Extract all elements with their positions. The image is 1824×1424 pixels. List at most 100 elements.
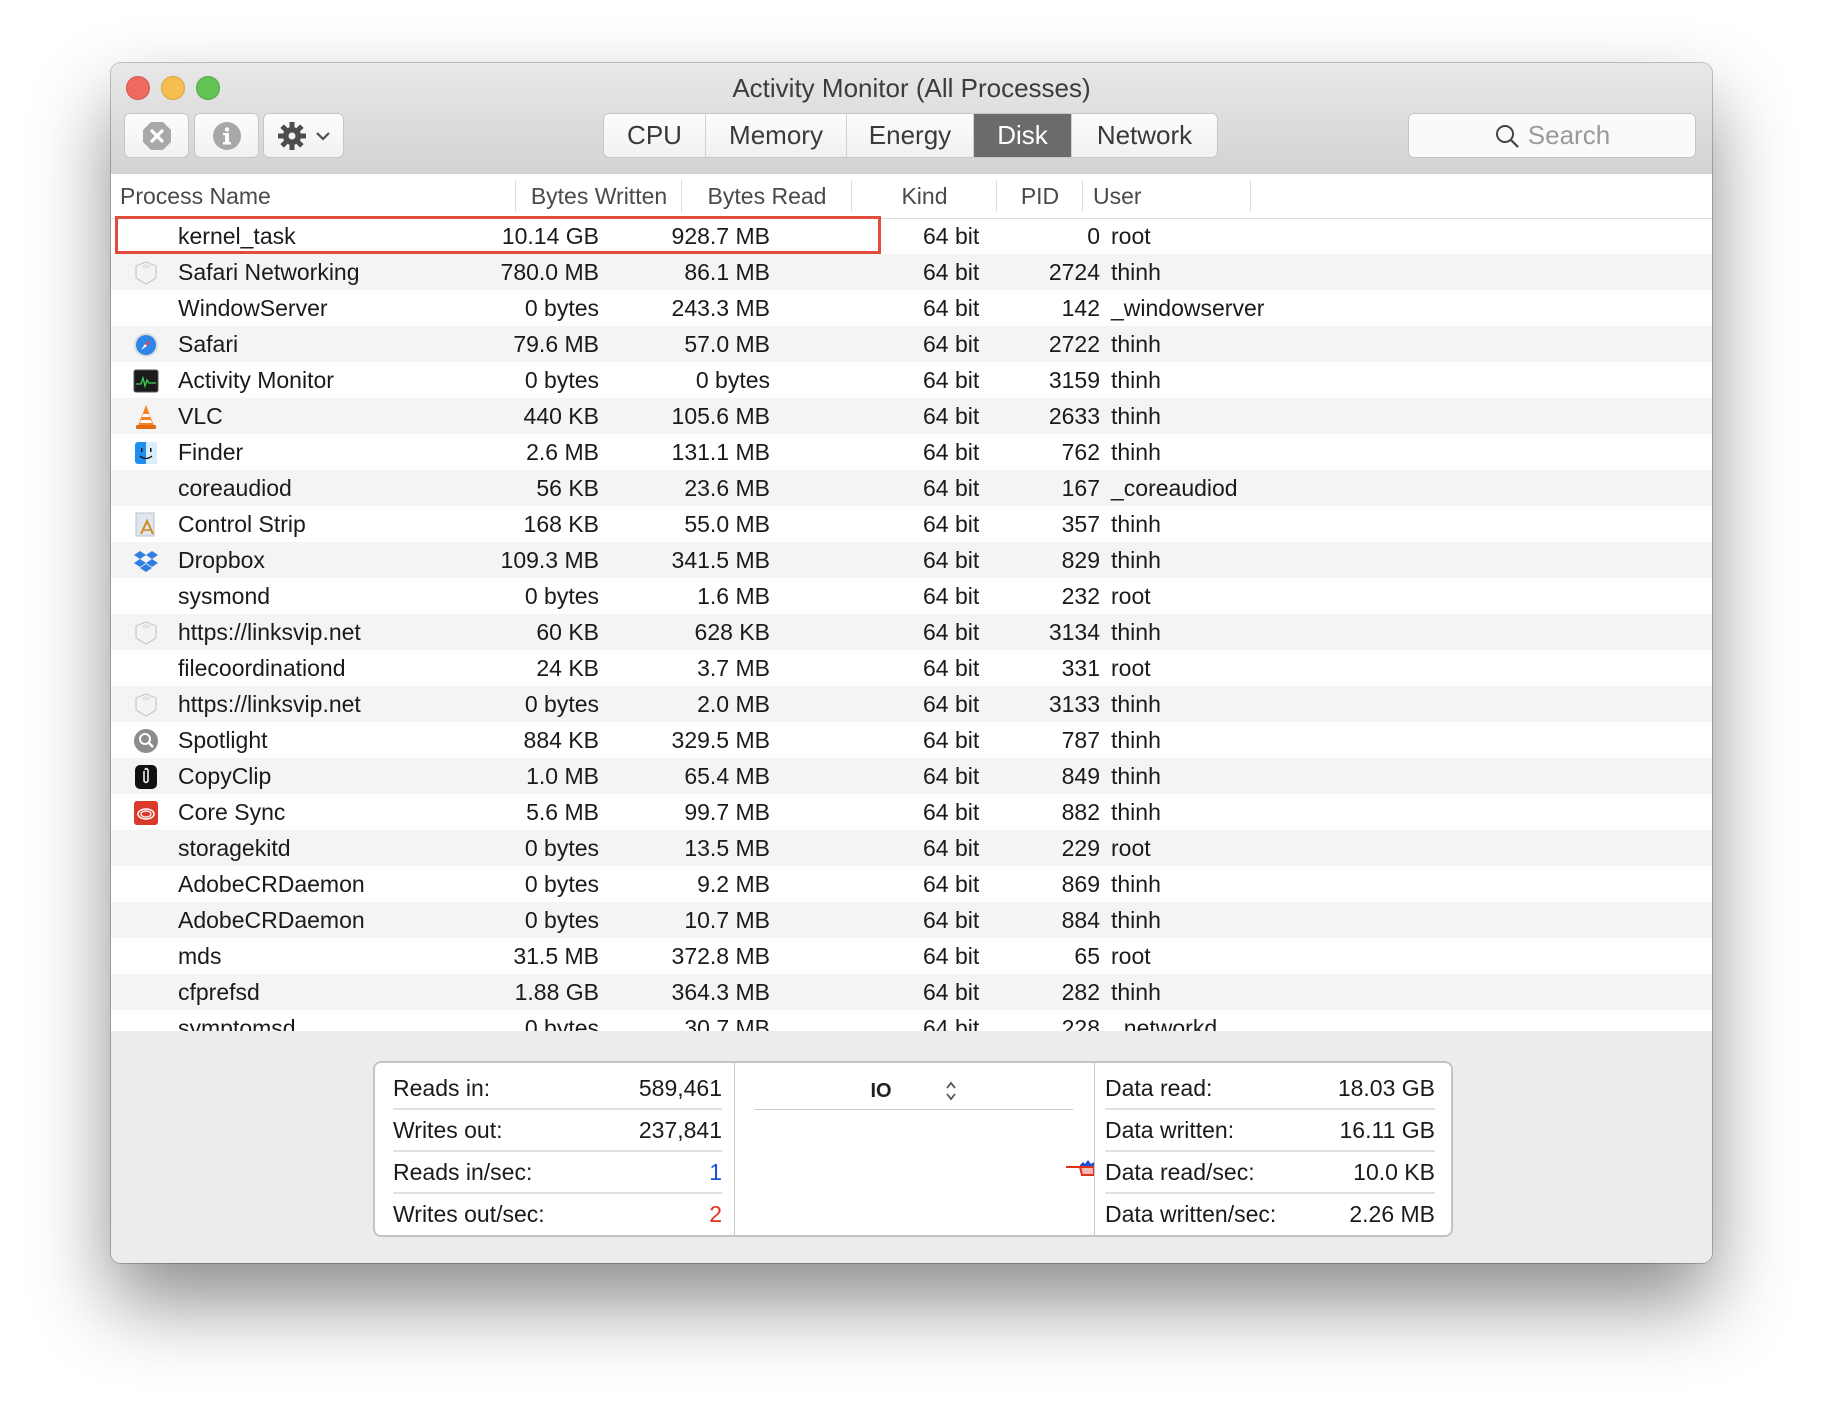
table-row[interactable]: filecoordinationd 24 KB 3.7 MB 64 bit 331 roo… <box>111 650 1712 686</box>
table-row[interactable]: AdobeCRDaemon 0 bytes 9.2 MB 64 bit 869 thinh <box>111 866 1712 902</box>
bytes-read: 65.4 MB <box>684 763 770 789</box>
table-row[interactable]: Finder 2.6 MB 131.1 MB 64 bit 762 thinh <box>111 434 1712 470</box>
table-row[interactable]: coreaudiod 56 KB 23.6 MB 64 bit 167 _coreaudi… <box>111 470 1712 506</box>
data-totals: Data read: 18.03 GB Data written: 16.11 … <box>1095 1063 1451 1235</box>
process-name: Control Strip <box>178 511 306 537</box>
bytes-read: 105.6 MB <box>671 403 770 429</box>
stat-value: 18.03 GB <box>1337 1075 1435 1101</box>
graph-type-select[interactable]: IO <box>755 1073 1073 1110</box>
column-bytes-written[interactable]: Bytes Written <box>516 174 682 218</box>
table-row[interactable]: symptomsd 0 bytes 30.7 MB 64 bit 228 _network… <box>111 1010 1712 1033</box>
kind: 64 bit <box>923 1015 980 1033</box>
user: thinh <box>1111 799 1161 825</box>
pid: 331 <box>1061 655 1100 681</box>
stat-label: Reads in: <box>393 1075 491 1101</box>
table-row[interactable]: VLC 440 KB 105.6 MB 64 bit 2633 thinh <box>111 398 1712 434</box>
stat-writes-out: Writes out: 237,841 <box>393 1111 722 1152</box>
table-row[interactable]: Control Strip 168 KB 55.0 MB 64 bit 357 thinh <box>111 506 1712 542</box>
tab-energy[interactable]: Energy <box>847 114 974 157</box>
kind: 64 bit <box>923 727 980 753</box>
up-down-chevron-icon <box>945 1081 956 1101</box>
bytes-written: 168 KB <box>523 511 599 537</box>
table-row[interactable]: WindowServer 0 bytes 243.3 MB 64 bit 142 _win… <box>111 290 1712 326</box>
gear-icon <box>277 121 306 150</box>
pid: 849 <box>1061 763 1100 789</box>
process-name: cfprefsd <box>178 979 260 1005</box>
process-name: Spotlight <box>178 727 268 753</box>
quit-process-button[interactable] <box>124 113 189 158</box>
process-name: https://linksvip.net <box>178 619 361 645</box>
user: root <box>1111 583 1151 609</box>
table-row[interactable]: mds 31.5 MB 372.8 MB 64 bit 65 root <box>111 938 1712 974</box>
generic-process-icon <box>133 620 159 646</box>
bytes-read: 10.7 MB <box>684 907 770 933</box>
user: thinh <box>1111 763 1161 789</box>
bytes-read: 57.0 MB <box>684 331 770 357</box>
pid: 142 <box>1061 295 1100 321</box>
kind: 64 bit <box>923 331 980 357</box>
bytes-written: 0 bytes <box>524 835 599 861</box>
tab-disk[interactable]: Disk <box>974 114 1072 157</box>
inspect-process-button[interactable] <box>194 113 259 158</box>
user: thinh <box>1111 907 1161 933</box>
stat-value: 10.0 KB <box>1353 1159 1435 1185</box>
table-row[interactable]: kernel_task 10.14 GB 928.7 MB 64 bit 0 root <box>111 218 1712 254</box>
search-placeholder: Search <box>1527 120 1611 150</box>
user: thinh <box>1111 511 1161 537</box>
bytes-written: 60 KB <box>536 619 599 645</box>
stat-label: Data read/sec: <box>1105 1159 1255 1185</box>
bytes-read: 364.3 MB <box>671 979 770 1005</box>
table-row[interactable]: cfprefsd 1.88 GB 364.3 MB 64 bit 282 thinh <box>111 974 1712 1010</box>
column-kind[interactable]: Kind <box>852 174 997 218</box>
table-row[interactable]: sysmond 0 bytes 1.6 MB 64 bit 232 root <box>111 578 1712 614</box>
column-process-name[interactable]: Process Name <box>111 174 516 218</box>
table-row[interactable]: CopyClip 1.0 MB 65.4 MB 64 bit 849 thinh <box>111 758 1712 794</box>
kind: 64 bit <box>923 547 980 573</box>
table-row[interactable]: https://linksvip.net 0 bytes 2.0 MB 64 bit 3… <box>111 686 1712 722</box>
column-pid[interactable]: PID <box>997 174 1083 218</box>
stat-value: 237,841 <box>638 1117 722 1143</box>
table-row[interactable]: AdobeCRDaemon 0 bytes 10.7 MB 64 bit 884 thin… <box>111 902 1712 938</box>
stat-label: Writes out/sec: <box>393 1201 545 1227</box>
table-row[interactable]: https://linksvip.net 60 KB 628 KB 64 bit 313… <box>111 614 1712 650</box>
table-row[interactable]: Spotlight 884 KB 329.5 MB 64 bit 787 thinh <box>111 722 1712 758</box>
table-row[interactable]: Dropbox 109.3 MB 341.5 MB 64 bit 829 thinh <box>111 542 1712 578</box>
kind: 64 bit <box>923 511 980 537</box>
user: root <box>1111 835 1151 861</box>
action-menu-button[interactable] <box>263 113 344 158</box>
process-name: kernel_task <box>178 223 296 249</box>
user: thinh <box>1111 547 1161 573</box>
bytes-read: 55.0 MB <box>684 511 770 537</box>
table-row[interactable]: Activity Monitor 0 bytes 0 bytes 64 bit 3159… <box>111 362 1712 398</box>
bytes-read: 2.0 MB <box>697 691 770 717</box>
table-row[interactable]: storagekitd 0 bytes 13.5 MB 64 bit 229 root <box>111 830 1712 866</box>
tab-memory[interactable]: Memory <box>706 114 847 157</box>
table-row[interactable]: Core Sync 5.6 MB 99.7 MB 64 bit 882 thinh <box>111 794 1712 830</box>
user: _coreaudiod <box>1111 475 1238 501</box>
column-bytes-read[interactable]: Bytes Read <box>682 174 852 218</box>
process-name: AdobeCRDaemon <box>178 871 365 897</box>
bytes-written: 0 bytes <box>524 907 599 933</box>
bytes-read: 13.5 MB <box>684 835 770 861</box>
table-row[interactable]: Safari 79.6 MB 57.0 MB 64 bit 2722 thinh <box>111 326 1712 362</box>
io-graph: IO <box>735 1063 1095 1235</box>
process-name: VLC <box>178 403 223 429</box>
process-name: sysmond <box>178 583 271 609</box>
process-name: Core Sync <box>178 799 286 825</box>
bytes-written: 884 KB <box>523 727 599 753</box>
tab-cpu[interactable]: CPU <box>604 114 706 157</box>
user: root <box>1111 655 1151 681</box>
tab-network[interactable]: Network <box>1072 114 1217 157</box>
process-name: Activity Monitor <box>178 367 334 393</box>
column-user[interactable]: User <box>1083 174 1251 218</box>
search-field[interactable]: Search <box>1408 113 1696 158</box>
process-name: Safari <box>178 331 239 357</box>
copyclip-icon <box>133 764 159 790</box>
process-name: Finder <box>178 439 244 465</box>
stat-value: 589,461 <box>638 1075 722 1101</box>
stat-data-read: Data read: 18.03 GB <box>1105 1069 1435 1110</box>
io-counts: Reads in: 589,461 Writes out: 237,841 Re… <box>375 1063 735 1235</box>
user: thinh <box>1111 691 1161 717</box>
view-tabs: CPU Memory Energy Disk Network <box>603 113 1218 158</box>
table-row[interactable]: Safari Networking 780.0 MB 86.1 MB 64 bit 27… <box>111 254 1712 290</box>
